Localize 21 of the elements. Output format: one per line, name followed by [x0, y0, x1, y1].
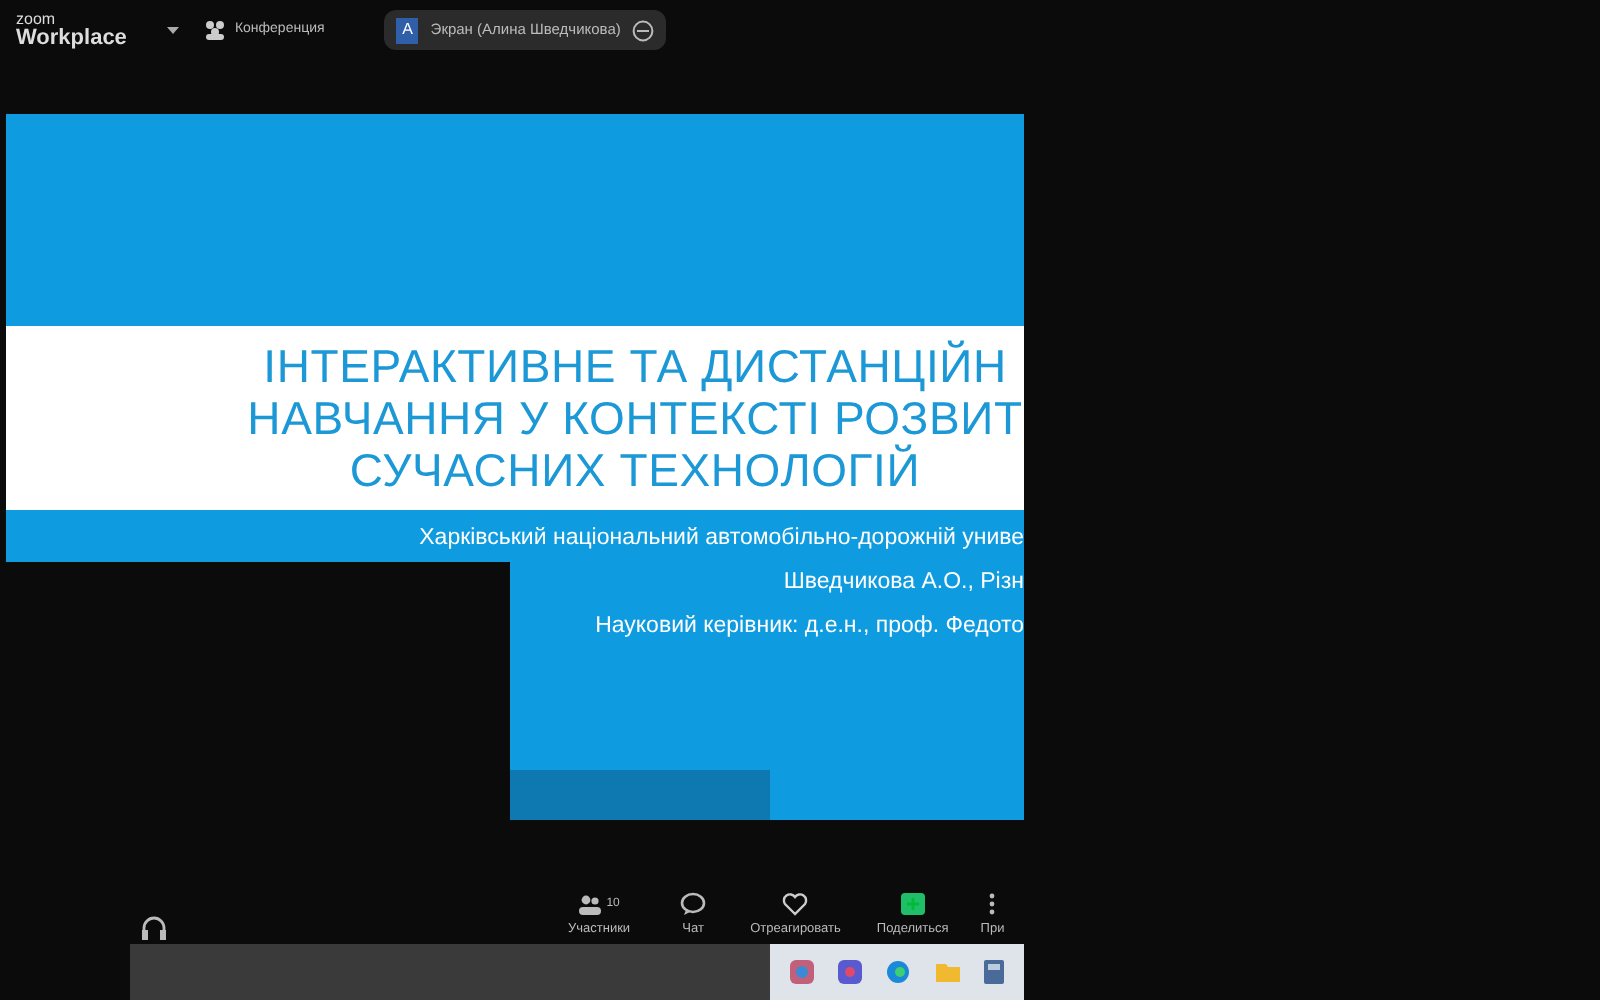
app-icon[interactable]	[983, 960, 1004, 984]
zoom-logo: zoom Workplace	[16, 11, 127, 49]
minus-circle-icon[interactable]	[632, 19, 655, 41]
caret-icon[interactable]	[166, 25, 181, 35]
slide-title-line: НАВЧАННЯ У КОНТЕКСТІ РОЗВИТ	[247, 392, 1023, 444]
audio-button[interactable]	[140, 916, 168, 940]
app-icon[interactable]	[790, 960, 815, 984]
slide-text: Науковий керівник: д.е.н., проф. Федото	[595, 613, 1024, 641]
people-icon	[578, 894, 603, 917]
more-icon	[988, 892, 997, 917]
app-icon[interactable]	[838, 960, 863, 984]
share-screen-icon	[899, 892, 926, 917]
slide-text: Шведчикова А.О., Різн	[783, 569, 1024, 598]
people-icon	[204, 20, 227, 40]
slide-title-line: СУЧАСНИХ ТЕХНОЛОГІЙ	[349, 443, 921, 496]
chat-bubble-icon	[680, 892, 707, 917]
slide-title-line: ІНТЕРАКТИВНЕ ТА ДИСТАНЦІЙН	[263, 340, 1007, 392]
heart-icon	[782, 892, 809, 917]
avatar: A	[396, 17, 419, 43]
slide-text: Харківський національний автомобільно-дорожній униве	[419, 526, 1024, 554]
browser-icon[interactable]	[886, 960, 911, 984]
